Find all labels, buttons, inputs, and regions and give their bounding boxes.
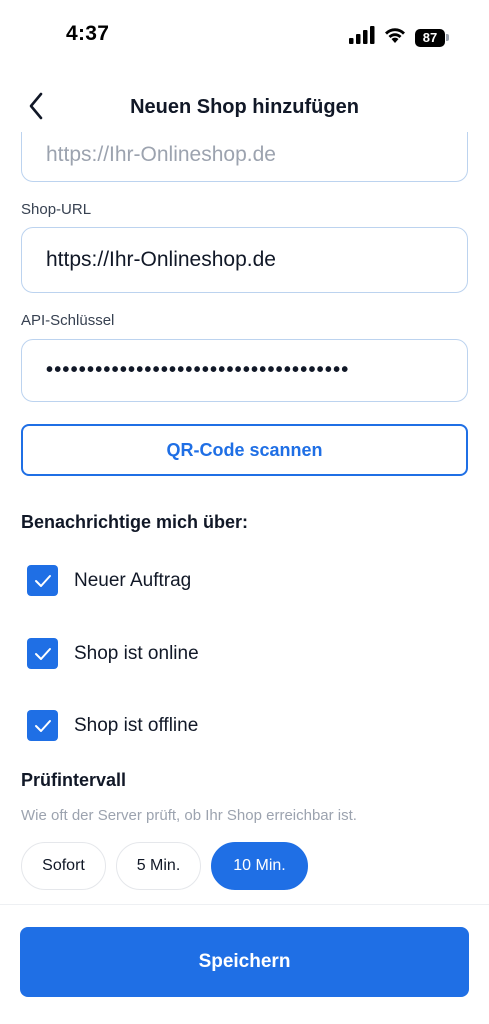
page-title: Neuen Shop hinzufügen: [130, 96, 359, 118]
checkmark-icon: [34, 647, 51, 660]
interval-description: Wie oft der Server prüft, ob Ihr Shop er…: [21, 807, 357, 824]
interval-heading: Prüfintervall: [21, 770, 127, 790]
partial-url-field[interactable]: https://Ihr-Onlineshop.de: [21, 132, 468, 182]
checkbox-label: Shop ist offline: [74, 714, 199, 736]
wifi-icon: [383, 26, 407, 49]
nav-bar: Neuen Shop hinzufügen: [0, 84, 489, 132]
signal-icon: [349, 26, 375, 49]
partial-url-placeholder: https://Ihr-Onlineshop.de: [46, 143, 276, 166]
checkbox-row-shop-online[interactable]: Shop ist online: [27, 638, 199, 669]
battery-level: 87: [415, 28, 445, 47]
checkbox-row-neuer-auftrag[interactable]: Neuer Auftrag: [27, 565, 191, 596]
api-key-masked-value: •••••••••••••••••••••••••••••••••••••: [46, 359, 350, 381]
save-button[interactable]: Speichern: [20, 927, 469, 997]
interval-option-sofort[interactable]: Sofort: [21, 842, 106, 890]
checkmark-icon: [34, 574, 51, 587]
notifications-heading: Benachrichtige mich über:: [21, 512, 249, 532]
checkbox-shop-online[interactable]: [27, 638, 58, 669]
interval-option-5-min[interactable]: 5 Min.: [116, 842, 201, 890]
qr-code-scan-button[interactable]: QR-Code scannen: [21, 424, 468, 476]
api-key-field[interactable]: •••••••••••••••••••••••••••••••••••••: [21, 339, 468, 402]
api-key-label: API-Schlüssel: [21, 312, 115, 329]
shop-url-field[interactable]: https://Ihr-Onlineshop.de: [21, 227, 468, 293]
shop-url-label: Shop-URL: [21, 201, 92, 218]
interval-options: Sofort 5 Min. 10 Min.: [21, 842, 308, 890]
interval-option-10-min[interactable]: 10 Min.: [211, 842, 308, 890]
battery-icon: 87: [415, 28, 449, 47]
checkbox-neuer-auftrag[interactable]: [27, 565, 58, 596]
checkbox-label: Neuer Auftrag: [74, 569, 192, 591]
shop-url-value: https://Ihr-Onlineshop.de: [46, 248, 276, 271]
status-icons: 87: [349, 26, 449, 49]
status-bar: 4:37 87: [0, 0, 489, 70]
checkbox-label: Shop ist online: [74, 642, 199, 664]
checkbox-shop-offline[interactable]: [27, 710, 58, 741]
checkmark-icon: [34, 719, 51, 732]
form-scroll-area[interactable]: https://Ihr-Onlineshop.de Shop-URL https…: [0, 132, 489, 904]
status-time: 4:37: [66, 22, 110, 45]
checkbox-row-shop-offline[interactable]: Shop ist offline: [27, 710, 198, 741]
bottom-action-bar: Speichern: [0, 904, 489, 1024]
